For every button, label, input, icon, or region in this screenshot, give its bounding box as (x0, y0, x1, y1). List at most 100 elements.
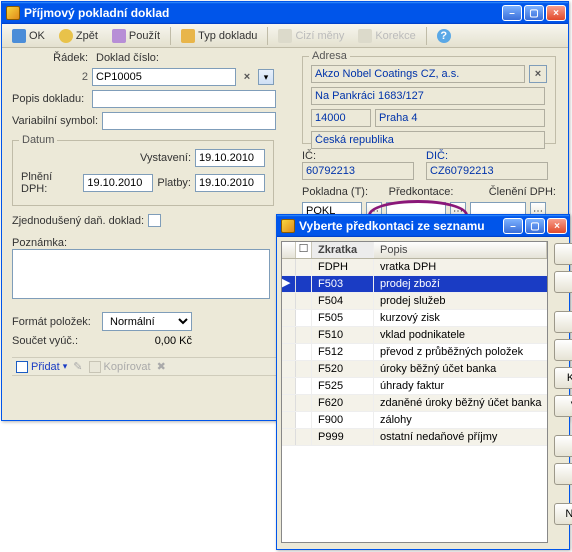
row-checkbox[interactable] (296, 276, 312, 292)
row-handle (282, 293, 296, 309)
row-checkbox[interactable] (296, 361, 312, 377)
correction-button[interactable]: Korekce (352, 26, 421, 46)
help-button[interactable]: ? (431, 26, 457, 46)
dic-input[interactable] (426, 162, 548, 180)
dic-label: DIČ: (426, 150, 556, 162)
payment-input[interactable] (195, 174, 265, 192)
grid-row[interactable]: F620zdaněné úroky běžný účet banka (282, 395, 547, 412)
row-checkbox[interactable] (296, 378, 312, 394)
docno-clear-icon[interactable]: × (240, 69, 254, 85)
grid-row[interactable]: F520úroky běžný účet banka (282, 361, 547, 378)
docdesc-input[interactable] (92, 90, 276, 108)
row-handle (282, 259, 296, 275)
grid-handle-col (282, 242, 296, 258)
back-button[interactable]: Zpět (53, 26, 104, 46)
register-label: Pokladna (T): (302, 186, 368, 198)
picker-help-button[interactable]: Nápověda (554, 503, 572, 525)
grid-row[interactable]: F525úhrady faktur (282, 378, 547, 395)
grid-row[interactable]: FDPHvratka DPH (282, 259, 547, 276)
issued-label: Vystavení: (140, 152, 191, 164)
row-desc: převod z průběžných položek (374, 344, 547, 360)
main-titlebar: Příjmový pokladní doklad – ▢ × (2, 2, 568, 24)
docno-input[interactable] (92, 68, 236, 86)
vatdate-label: Plnění DPH: (21, 171, 79, 195)
maximize-button[interactable]: ▢ (524, 5, 544, 21)
doctype-button[interactable]: Typ dokladu (175, 26, 263, 46)
grid-row[interactable]: ▶F503prodej zboží (282, 276, 547, 293)
picker-maximize-button[interactable]: ▢ (525, 218, 545, 234)
row-handle (282, 327, 296, 343)
items-toolbar: Přidat ▾ ✎ Kopírovat ✖ (12, 357, 282, 376)
row-checkbox[interactable] (296, 412, 312, 428)
predkontace-grid[interactable]: ☐ Zkratka Popis FDPHvratka DPH▶F503prode… (281, 241, 548, 543)
grid-check-col[interactable]: ☐ (296, 242, 312, 258)
row-checkbox[interactable] (296, 259, 312, 275)
copy-item-button: Kopírovat (89, 361, 151, 373)
picker-titlebar: Vyberte předkontaci ze seznamu – ▢ × (277, 215, 569, 237)
col-zkratka[interactable]: Zkratka (312, 242, 374, 258)
apply-button[interactable]: Použít (106, 26, 166, 46)
picker-add-button[interactable]: Přidat (554, 339, 572, 361)
row-checkbox[interactable] (296, 293, 312, 309)
grid-row[interactable]: F505kurzový zisk (282, 310, 547, 327)
picker-copy-button[interactable]: Kopírovat (554, 367, 572, 389)
addr-clear-icon[interactable]: × (529, 65, 547, 83)
app-icon (281, 219, 295, 233)
row-code: F520 (312, 361, 374, 377)
close-button[interactable]: × (546, 5, 566, 21)
row-code: FDPH (312, 259, 374, 275)
itemformat-select[interactable]: Normální (102, 312, 192, 331)
picker-edit-button[interactable]: Opravit (554, 311, 572, 333)
row-desc: zdaněné úroky běžný účet banka (374, 395, 547, 411)
row-desc: ostatní nedaňové příjmy (374, 429, 547, 445)
note-label: Poznámka: (12, 237, 292, 249)
grid-row[interactable]: F512převod z průběžných položek (282, 344, 547, 361)
picker-ok-button[interactable]: OK (554, 243, 572, 265)
grid-row[interactable]: F510vklad podnikatele (282, 327, 547, 344)
row-checkbox[interactable] (296, 327, 312, 343)
row-checkbox[interactable] (296, 344, 312, 360)
ic-input[interactable] (302, 162, 414, 180)
note-textarea[interactable] (12, 249, 270, 299)
row-code: F620 (312, 395, 374, 411)
grid-row[interactable]: F900zálohy (282, 412, 547, 429)
ok-button[interactable]: OK (6, 26, 51, 46)
grid-row[interactable]: F504prodej služeb (282, 293, 547, 310)
row-desc: prodej služeb (374, 293, 547, 309)
row-code: F512 (312, 344, 374, 360)
predkontace-label: Předkontace: (389, 186, 454, 198)
row-handle (282, 395, 296, 411)
picker-close-button[interactable]: × (547, 218, 567, 234)
minimize-button[interactable]: – (502, 5, 522, 21)
row-checkbox[interactable] (296, 429, 312, 445)
row-desc: úhrady faktur (374, 378, 547, 394)
varsym-input[interactable] (102, 112, 276, 130)
picker-print-button[interactable]: Tisk (554, 463, 572, 485)
separator (170, 27, 171, 45)
picker-close-btn[interactable]: Zavřít (554, 271, 572, 293)
separator (426, 27, 427, 45)
picker-cut-button[interactable]: Vyjmout (554, 395, 572, 417)
docno-drop-icon[interactable]: ▾ (258, 69, 274, 85)
row-code: F510 (312, 327, 374, 343)
simpledoc-checkbox[interactable] (148, 214, 161, 227)
separator (267, 27, 268, 45)
grid-row[interactable]: P999ostatní nedaňové příjmy (282, 429, 547, 446)
save-icon (12, 29, 26, 43)
issued-input[interactable] (195, 149, 265, 167)
picker-action-button[interactable]: Akce (554, 435, 572, 457)
row-checkbox[interactable] (296, 395, 312, 411)
currency-button[interactable]: Cizí měny (272, 26, 350, 46)
add-item-button[interactable]: Přidat ▾ (16, 361, 67, 373)
simpledoc-label: Zjednodušený daň. doklad: (12, 215, 144, 227)
picker-minimize-button[interactable]: – (503, 218, 523, 234)
grid-header: ☐ Zkratka Popis (282, 242, 547, 259)
col-popis[interactable]: Popis (374, 242, 547, 258)
window-title: Příjmový pokladní doklad (24, 6, 502, 20)
vatbreak-label: Členění DPH: (489, 186, 556, 198)
addr-name-input[interactable] (311, 65, 525, 83)
row-handle (282, 361, 296, 377)
row-checkbox[interactable] (296, 310, 312, 326)
vatdate-input[interactable] (83, 174, 153, 192)
row-label: Řádek: (12, 52, 88, 64)
